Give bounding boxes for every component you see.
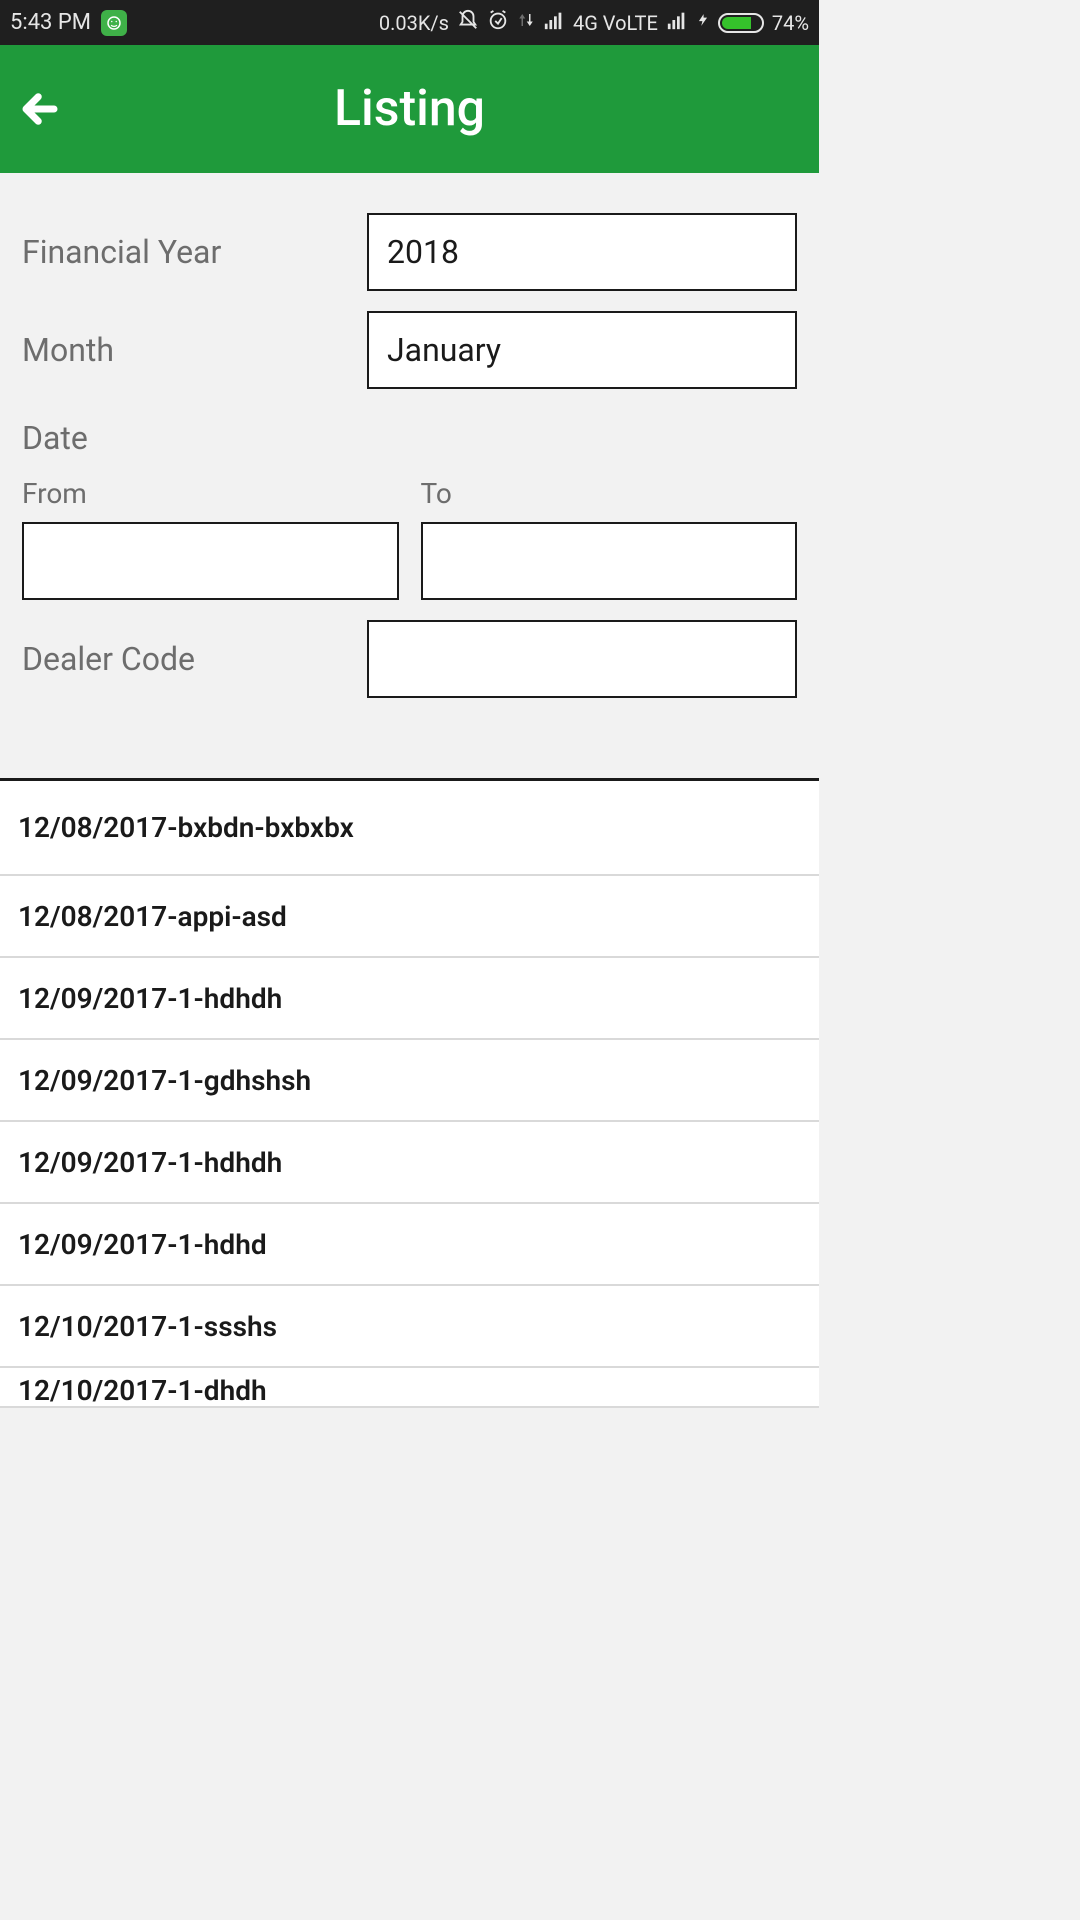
financial-year-label: Financial Year (22, 233, 367, 271)
status-time: 5:43 PM (10, 10, 91, 35)
list-item[interactable]: 12/09/2017-1-hdhdh (0, 1122, 819, 1204)
from-label: From (22, 477, 399, 510)
page-title: Listing (0, 80, 819, 138)
dealer-code-input[interactable] (367, 620, 797, 698)
dealer-code-label: Dealer Code (22, 640, 367, 678)
results-list: 12/08/2017-bxbdn-bxbxbx 12/08/2017-appi-… (0, 781, 819, 1408)
app-bar: Listing (0, 45, 819, 173)
signal-2-icon (666, 9, 688, 36)
list-item[interactable]: 12/09/2017-1-hdhd (0, 1204, 819, 1286)
date-label: Date (22, 419, 797, 457)
list-item[interactable]: 12/10/2017-1-dhdh (0, 1368, 819, 1408)
list-item[interactable]: 12/08/2017-appi-asd (0, 876, 819, 958)
list-item[interactable]: 12/09/2017-1-hdhdh (0, 958, 819, 1040)
status-bar: 5:43 PM 0.03K/s 4G VoLTE 74% (0, 0, 819, 45)
date-to-input[interactable] (421, 522, 798, 600)
date-from-input[interactable] (22, 522, 399, 600)
app-badge-icon (101, 10, 127, 36)
month-select[interactable]: January (367, 311, 797, 389)
charging-icon (696, 9, 710, 36)
data-arrows-icon (517, 9, 535, 36)
list-item[interactable]: 12/10/2017-1-ssshs (0, 1286, 819, 1368)
back-button[interactable] (0, 45, 80, 173)
filter-form: Financial Year 2018 Month January Date F… (0, 173, 819, 778)
month-label: Month (22, 331, 367, 369)
network-label: 4G VoLTE (573, 11, 658, 35)
battery-icon (718, 13, 764, 33)
data-speed: 0.03K/s (379, 11, 449, 35)
alarm-icon (487, 9, 509, 36)
list-item[interactable]: 12/09/2017-1-gdhshsh (0, 1040, 819, 1122)
battery-pct: 74% (772, 11, 809, 35)
financial-year-select[interactable]: 2018 (367, 213, 797, 291)
signal-1-icon (543, 9, 565, 36)
list-item[interactable]: 12/08/2017-bxbdn-bxbxbx (0, 781, 819, 876)
to-label: To (421, 477, 798, 510)
dnd-icon (457, 9, 479, 36)
